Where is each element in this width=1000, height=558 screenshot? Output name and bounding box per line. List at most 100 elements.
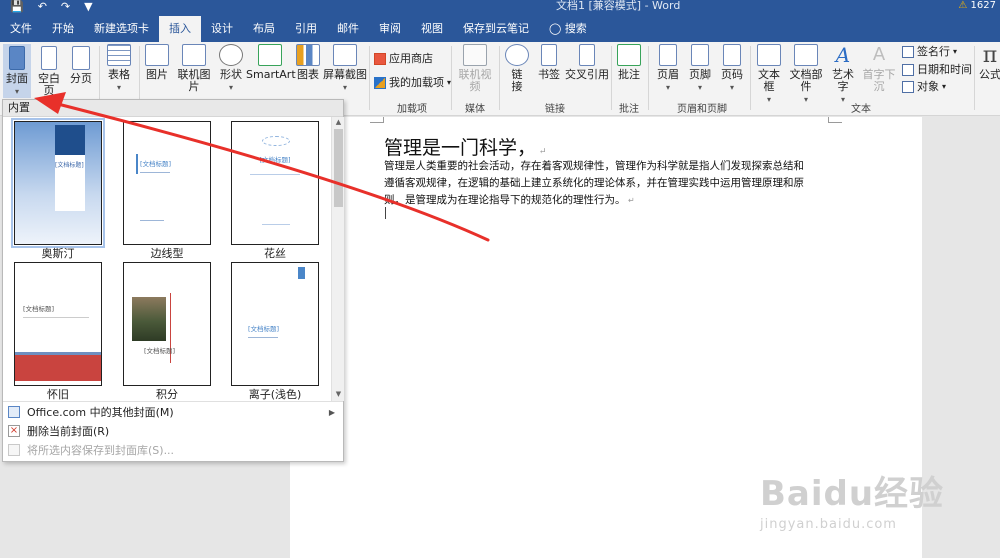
shapes-icon: [219, 44, 243, 66]
chart-icon: [296, 44, 320, 66]
link-button[interactable]: 链接: [503, 44, 531, 93]
cover-thumb-ion-light[interactable]: [文档标题]: [231, 262, 319, 386]
addins-icon: [374, 77, 386, 89]
page-number-button[interactable]: 页码 ▾: [718, 44, 746, 94]
signature-line-button[interactable]: 签名行 ▾: [902, 45, 957, 59]
account-name: 1627: [970, 0, 996, 11]
tab-references[interactable]: 引用: [285, 16, 327, 42]
scroll-down-icon[interactable]: ▼: [332, 389, 345, 400]
calendar-icon: [902, 64, 914, 76]
cover-thumb-austin[interactable]: [文档标题]: [11, 118, 105, 248]
picture-icon: [145, 44, 169, 66]
cover-placeholder: [文档标题]: [144, 347, 176, 355]
delete-cover-icon: ×: [8, 425, 20, 437]
gallery-scrollbar[interactable]: ▲ ▼: [331, 117, 344, 401]
screenshot-button[interactable]: 屏幕截图 ▾: [323, 44, 367, 94]
page-number-icon: [723, 44, 741, 66]
signature-icon: [902, 46, 914, 58]
bookmark-button[interactable]: 书签: [535, 44, 563, 81]
comment-icon: [617, 44, 641, 66]
object-button[interactable]: 对象 ▾: [902, 80, 946, 94]
header-icon: [659, 44, 677, 66]
separator: [750, 46, 751, 110]
cover-page-button[interactable]: 封面 ▾: [3, 44, 31, 98]
footer-button[interactable]: 页脚 ▾: [686, 44, 714, 94]
online-picture-button[interactable]: 联机图片: [173, 44, 215, 93]
document-heading[interactable]: 管理是一门科学， ↵: [384, 133, 546, 160]
undo-icon[interactable]: ↶: [38, 0, 47, 14]
ribbon-tabs: 文件 开始 新建选项卡 插入 设计 布局 引用 邮件 审阅 视图 保存到云笔记 …: [0, 16, 1000, 42]
cover-label-sideline: 边线型: [150, 247, 184, 260]
document-parts-button[interactable]: 文档部件 ▾: [786, 44, 826, 106]
tab-new[interactable]: 新建选项卡: [84, 16, 159, 42]
menu-divider: [3, 401, 343, 402]
cover-thumb-filigree[interactable]: [文档标题]: [231, 121, 319, 245]
paragraph-mark: ↵: [536, 147, 547, 157]
tab-view[interactable]: 视图: [411, 16, 453, 42]
separator: [369, 46, 370, 110]
tab-home[interactable]: 开始: [42, 16, 84, 42]
document-paragraph[interactable]: 管理是人类重要的社会活动，存在着客观规律性，管理作为科学就是指人们发现探索总结和…: [384, 158, 830, 209]
date-time-button[interactable]: 日期和时间: [902, 63, 972, 77]
save-icon[interactable]: 💾: [10, 0, 24, 14]
cover-placeholder: [文档标题]: [248, 325, 280, 333]
redo-icon[interactable]: ↷: [61, 0, 70, 14]
more-covers-menu-item[interactable]: Office.com 中的其他封面(M) ▶: [3, 403, 343, 422]
gallery-grid: [文档标题] 奥斯汀 [文档标题] 边线型 [文档标题] 花丝 [文档标题] 怀…: [3, 117, 331, 401]
margin-mark: [370, 117, 384, 123]
my-addins-button[interactable]: 我的加载项 ▾: [374, 76, 451, 90]
cover-placeholder: [文档标题]: [259, 156, 291, 164]
baidu-watermark: Baidu经验 jingyan.baidu.com: [760, 466, 944, 532]
cross-reference-button[interactable]: 交叉引用: [565, 44, 609, 81]
group-label-text: 文本: [851, 104, 871, 115]
cover-thumb-retrospect[interactable]: [文档标题]: [14, 262, 102, 386]
cover-thumb-integral[interactable]: [文档标题]: [123, 262, 211, 386]
cover-placeholder: [文档标题]: [140, 160, 172, 168]
scroll-up-icon[interactable]: ▲: [332, 117, 345, 128]
tab-search[interactable]: ◯ 搜索: [539, 16, 597, 42]
tab-layout[interactable]: 布局: [243, 16, 285, 42]
customize-icon[interactable]: ▼: [84, 0, 92, 14]
blank-page-icon: [41, 46, 57, 70]
separator: [451, 46, 452, 110]
text-box-button[interactable]: 文本框 ▾: [754, 44, 784, 106]
separator: [499, 46, 500, 110]
blank-page-button[interactable]: 空白页: [33, 44, 65, 97]
warning-icon: ⚠: [958, 0, 968, 11]
tab-design[interactable]: 设计: [201, 16, 243, 42]
paragraph-mark: ↵: [625, 196, 635, 205]
object-icon: [902, 81, 914, 93]
submenu-arrow-icon: ▶: [328, 408, 335, 417]
scroll-thumb[interactable]: [334, 129, 343, 207]
cover-placeholder: [文档标题]: [55, 162, 84, 169]
tab-mailings[interactable]: 邮件: [327, 16, 369, 42]
remove-cover-menu-item[interactable]: × 删除当前封面(R): [3, 422, 343, 441]
account-area[interactable]: ⚠ 1627: [958, 0, 996, 12]
tab-review[interactable]: 审阅: [369, 16, 411, 42]
shapes-button[interactable]: 形状 ▾: [217, 44, 245, 94]
comment-button[interactable]: 批注: [615, 44, 643, 81]
equation-button[interactable]: π 公式: [978, 44, 1000, 81]
cover-thumb-sideline[interactable]: [文档标题]: [123, 121, 211, 245]
tab-file[interactable]: 文件: [0, 16, 42, 42]
cover-label-integral: 积分: [156, 388, 178, 401]
tab-cloud-note[interactable]: 保存到云笔记: [453, 16, 539, 42]
title-bar: 💾 ↶ ↷ ▼ 文档1 [兼容模式] - Word ⚠ 1627: [0, 0, 1000, 16]
chart-button[interactable]: 图表: [295, 44, 321, 81]
cover-label-ion-light: 离子(浅色): [248, 388, 302, 401]
cover-label-filigree: 花丝: [264, 247, 286, 260]
picture-button[interactable]: 图片: [143, 44, 171, 81]
table-button[interactable]: 表格 ▾: [104, 44, 134, 94]
bookmark-icon: [541, 44, 557, 66]
smartart-button[interactable]: SmartArt: [246, 44, 296, 81]
pi-icon: π: [982, 43, 998, 68]
app-store-button[interactable]: 应用商店: [374, 52, 433, 66]
wordart-button[interactable]: A 艺术字 ▾: [828, 44, 858, 106]
page-break-button[interactable]: 分页: [67, 44, 95, 85]
table-icon: [107, 44, 131, 66]
watermark-brand: Baidu经验: [760, 474, 945, 514]
tab-insert[interactable]: 插入: [159, 16, 201, 42]
header-button[interactable]: 页眉 ▾: [654, 44, 682, 94]
footer-icon: [691, 44, 709, 66]
office-covers-icon: [8, 406, 20, 418]
